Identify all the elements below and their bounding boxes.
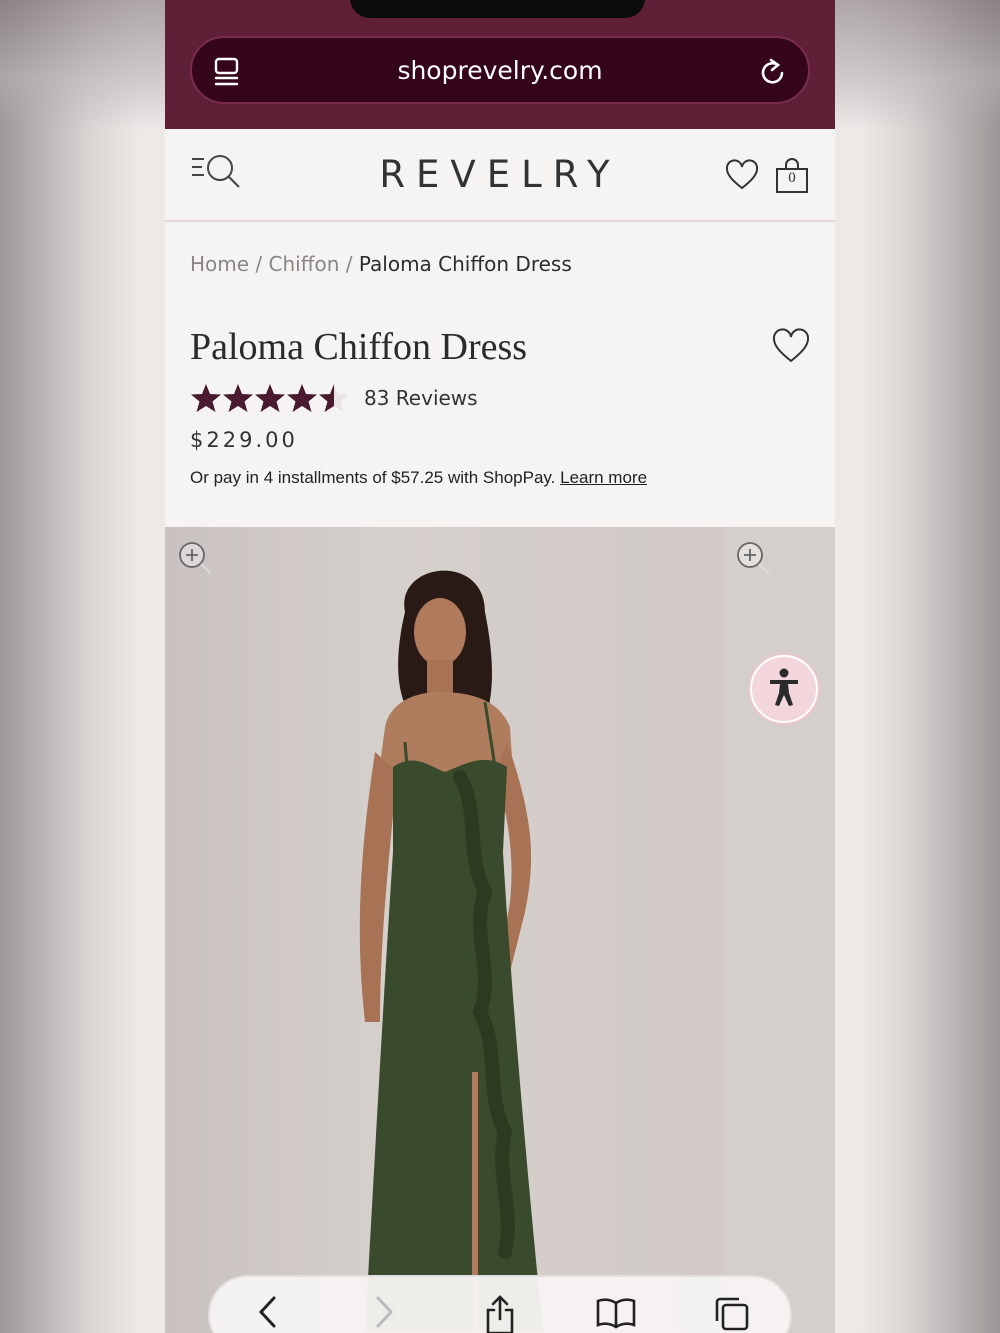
breadcrumb-separator: /: [249, 252, 269, 276]
browser-toolbar: [208, 1275, 792, 1333]
star-icon: [319, 384, 349, 412]
product-photo-next[interactable]: [723, 527, 835, 1333]
reload-icon[interactable]: [758, 56, 788, 93]
heart-icon[interactable]: [725, 159, 759, 196]
model-in-dress-image: [359, 570, 543, 1332]
product-price: $229.00: [190, 428, 298, 452]
tabs-overview-icon[interactable]: [212, 56, 242, 93]
wishlist-heart-icon[interactable]: [772, 328, 810, 369]
installments-text: Or pay in 4 installments of $57.25 with …: [190, 468, 647, 488]
learn-more-link[interactable]: Learn more: [560, 468, 647, 487]
breadcrumb-current: Paloma Chiffon Dress: [358, 252, 572, 276]
dynamic-island: [350, 0, 645, 18]
forward-icon[interactable]: [362, 1295, 406, 1333]
url-text[interactable]: shoprevelry.com: [397, 56, 602, 85]
accessibility-button[interactable]: [750, 655, 818, 723]
bookmarks-icon[interactable]: [594, 1295, 638, 1333]
background-left: [0, 0, 165, 130]
breadcrumb-separator: /: [339, 252, 359, 276]
product-rating[interactable]: 83 Reviews: [190, 383, 478, 413]
shopping-bag-icon[interactable]: 0: [775, 157, 809, 200]
star-icon: [223, 384, 253, 412]
accessibility-icon: [767, 667, 801, 712]
product-gallery[interactable]: [165, 527, 835, 1333]
star-icon: [255, 384, 285, 412]
background-right: [835, 0, 1000, 130]
back-icon[interactable]: [246, 1295, 290, 1333]
breadcrumb: Home / Chiffon / Paloma Chiffon Dress: [190, 252, 572, 276]
reviews-count[interactable]: 83 Reviews: [364, 386, 478, 410]
breadcrumb-home[interactable]: Home: [190, 252, 249, 276]
share-icon[interactable]: [478, 1295, 522, 1333]
zoom-in-icon[interactable]: [736, 541, 772, 582]
phone-screen: shoprevelry.com REVELRY 0 Home / Chiffon…: [165, 0, 835, 1333]
browser-address-area: shoprevelry.com: [165, 0, 835, 129]
breadcrumb-category[interactable]: Chiffon: [269, 252, 340, 276]
installments-message: Or pay in 4 installments of $57.25 with …: [190, 468, 561, 487]
tabs-icon[interactable]: [710, 1295, 754, 1333]
url-bar[interactable]: shoprevelry.com: [190, 36, 810, 104]
star-icon: [287, 384, 317, 412]
product-title: Paloma Chiffon Dress: [190, 326, 528, 368]
site-header: REVELRY 0: [165, 129, 835, 222]
cart-count: 0: [788, 170, 796, 186]
zoom-in-icon[interactable]: [178, 541, 214, 582]
product-photo-main[interactable]: [165, 527, 721, 1333]
star-icon: [191, 384, 221, 412]
rating-stars: [190, 383, 350, 413]
